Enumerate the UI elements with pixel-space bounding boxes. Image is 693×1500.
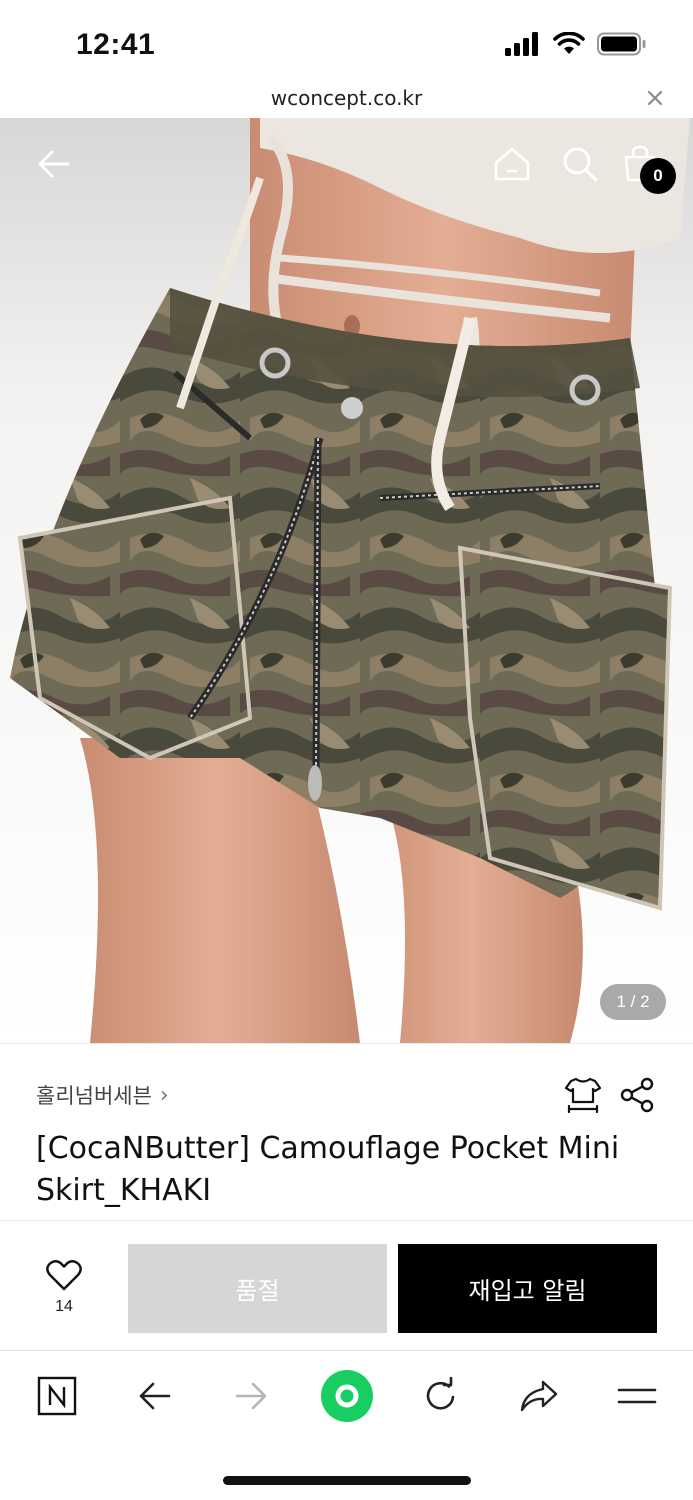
back-icon[interactable] bbox=[137, 1378, 173, 1414]
share-icon[interactable] bbox=[618, 1076, 656, 1114]
naver-home-button[interactable] bbox=[34, 1373, 80, 1419]
menu-button[interactable] bbox=[614, 1373, 660, 1419]
brand-link[interactable]: 홀리넘버세븐 › bbox=[36, 1080, 169, 1110]
product-image[interactable]: 0 1 / 2 bbox=[0, 118, 693, 1043]
share-arrow-icon[interactable] bbox=[519, 1378, 559, 1414]
share-page-button[interactable] bbox=[516, 1373, 562, 1419]
wish-count: 14 bbox=[55, 1298, 73, 1315]
back-arrow-icon[interactable] bbox=[34, 144, 74, 184]
browser-back-button[interactable] bbox=[132, 1373, 178, 1419]
url-text[interactable]: wconcept.co.kr bbox=[0, 86, 693, 110]
wifi-icon bbox=[553, 32, 585, 54]
menu-icon[interactable] bbox=[617, 1384, 657, 1408]
chevron-right-icon: › bbox=[159, 1082, 169, 1108]
green-dot-button[interactable] bbox=[318, 1367, 376, 1425]
search-icon[interactable] bbox=[560, 144, 600, 184]
brand-name[interactable]: 홀리넘버세븐 bbox=[36, 1080, 152, 1110]
url-bar[interactable]: wconcept.co.kr bbox=[0, 80, 693, 118]
size-guide-icon[interactable] bbox=[564, 1076, 602, 1114]
battery-icon bbox=[597, 32, 646, 56]
signal-icon bbox=[505, 32, 538, 56]
hero-nav: 0 bbox=[0, 118, 693, 218]
reload-icon[interactable] bbox=[422, 1377, 460, 1415]
naver-n-icon[interactable] bbox=[37, 1376, 77, 1416]
status-icons bbox=[505, 32, 647, 56]
browser-toolbar bbox=[0, 1351, 693, 1500]
reload-button[interactable] bbox=[418, 1373, 464, 1419]
product-title: [CocaNButter] Camouflage Pocket Mini Ski… bbox=[36, 1131, 620, 1208]
status-time: 12:41 bbox=[76, 28, 156, 61]
browser-forward-button[interactable] bbox=[228, 1373, 274, 1419]
product-photo bbox=[0, 118, 693, 1043]
home-icon[interactable] bbox=[492, 144, 532, 184]
close-icon[interactable] bbox=[643, 86, 667, 110]
purchase-action-bar: 14 품절 재입고 알림 bbox=[0, 1221, 693, 1351]
cart-count-badge[interactable]: 0 bbox=[640, 158, 676, 194]
green-dot-icon[interactable] bbox=[320, 1369, 374, 1423]
restock-alert-button[interactable]: 재입고 알림 bbox=[398, 1244, 657, 1333]
home-indicator bbox=[223, 1476, 471, 1485]
wishlist-button[interactable]: 14 bbox=[40, 1259, 88, 1316]
heart-icon[interactable] bbox=[46, 1259, 82, 1291]
forward-icon[interactable] bbox=[233, 1378, 269, 1414]
soldout-button[interactable]: 품절 bbox=[128, 1244, 387, 1333]
status-bar: 12:41 bbox=[0, 0, 693, 88]
product-info: 홀리넘버세븐 › [CocaNButter] Camouflage Pocket… bbox=[0, 1043, 693, 1221]
image-page-indicator: 1 / 2 bbox=[600, 984, 666, 1020]
